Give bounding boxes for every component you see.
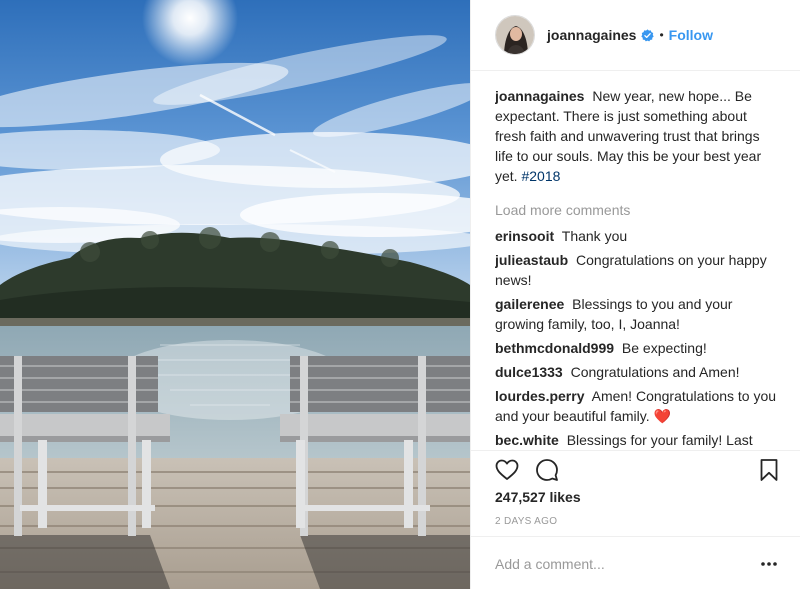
post-timestamp: 2 DAYS AGO: [495, 516, 558, 527]
likes-count[interactable]: 247,527 likes: [495, 489, 581, 505]
actions-divider: [471, 450, 800, 451]
follow-button[interactable]: Follow: [669, 27, 713, 43]
post-actions: [495, 458, 781, 482]
comment-item: gailerenee Blessings to you and your gro…: [495, 294, 781, 334]
comment-item: bethmcdonald999 Be expecting!: [495, 338, 781, 358]
comment-username[interactable]: julieastaub: [495, 252, 568, 268]
post-photo[interactable]: [0, 0, 470, 589]
comment-username[interactable]: bec.white: [495, 432, 559, 448]
post-header: joannagaines • Follow: [471, 0, 800, 71]
comment-username[interactable]: gailerenee: [495, 296, 564, 312]
comment-username[interactable]: lourdes.perry: [495, 388, 584, 404]
comments-list[interactable]: joannagaines New year, new hope... Be ex…: [495, 86, 781, 450]
comment-item: julieastaub Congratulations on your happ…: [495, 250, 781, 290]
comment-text: Congratulations and Amen!: [570, 364, 740, 380]
verified-badge-icon: [641, 28, 655, 41]
lake-benches-image: [0, 0, 470, 589]
heart-outline-icon[interactable]: [495, 458, 519, 482]
instagram-post: joannagaines • Follow joannagaines New y…: [0, 0, 800, 589]
comment-item: erinsooit Thank you: [495, 226, 781, 246]
comment-username[interactable]: dulce1333: [495, 364, 563, 380]
red-heart-emoji: ❤️: [653, 408, 671, 424]
caption-hashtag[interactable]: #2018: [521, 168, 560, 184]
comment-text: Thank you: [561, 228, 628, 244]
header-separator: •: [659, 28, 664, 42]
add-comment-input[interactable]: [495, 554, 735, 574]
comment-username[interactable]: erinsooit: [495, 228, 554, 244]
bookmark-icon[interactable]: [757, 458, 781, 482]
speech-bubble-icon[interactable]: [535, 458, 559, 482]
load-more-comments-button[interactable]: Load more comments: [495, 200, 781, 220]
avatar-image: [496, 16, 534, 54]
comment-item: lourdes.perry Amen! Congratulations to y…: [495, 386, 781, 426]
comment-item: dulce1333 Congratulations and Amen!: [495, 362, 781, 382]
comment-username[interactable]: bethmcdonald999: [495, 340, 614, 356]
caption-username[interactable]: joannagaines: [495, 88, 584, 104]
author-avatar[interactable]: [495, 15, 535, 55]
author-username[interactable]: joannagaines: [547, 27, 636, 43]
post-caption: joannagaines New year, new hope... Be ex…: [495, 86, 781, 186]
comment-box-divider: [471, 536, 800, 537]
post-side-panel: joannagaines • Follow joannagaines New y…: [470, 0, 800, 589]
ellipsis-icon[interactable]: [760, 556, 778, 572]
comment-text: Be expecting!: [621, 340, 707, 356]
comment-item: bec.white Blessings for your family! Las…: [495, 430, 781, 450]
